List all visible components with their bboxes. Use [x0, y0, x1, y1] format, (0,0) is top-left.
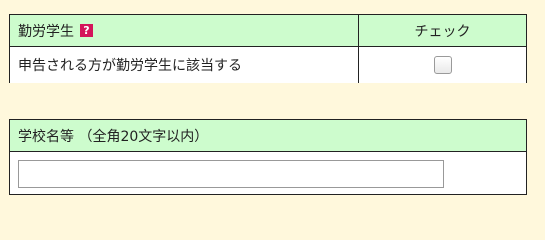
school-name-input[interactable]	[18, 159, 444, 188]
table-header-row: 勤労学生 ? チェック	[10, 15, 526, 47]
school-name-header: 学校名等 （全角20文字以内）	[10, 120, 526, 152]
table-row: 申告される方が勤労学生に該当する	[10, 47, 526, 83]
check-header-cell: チェック	[359, 15, 526, 46]
working-student-row-cell: 申告される方が勤労学生に該当する	[10, 47, 359, 83]
checkbox-cell	[359, 47, 526, 83]
working-student-row-label: 申告される方が勤労学生に該当する	[18, 58, 242, 74]
school-name-label: 学校名等 （全角20文字以内）	[18, 128, 209, 145]
working-student-table: 勤労学生 ? チェック 申告される方が勤労学生に該当する	[9, 14, 527, 83]
school-name-section: 学校名等 （全角20文字以内）	[9, 119, 527, 195]
school-name-body	[10, 152, 526, 195]
help-icon[interactable]: ?	[80, 24, 93, 37]
check-header-label: チェック	[414, 23, 471, 40]
working-student-checkbox[interactable]	[433, 56, 452, 74]
working-student-header-label: 勤労学生	[18, 23, 74, 40]
working-student-header-cell: 勤労学生 ?	[10, 15, 359, 46]
